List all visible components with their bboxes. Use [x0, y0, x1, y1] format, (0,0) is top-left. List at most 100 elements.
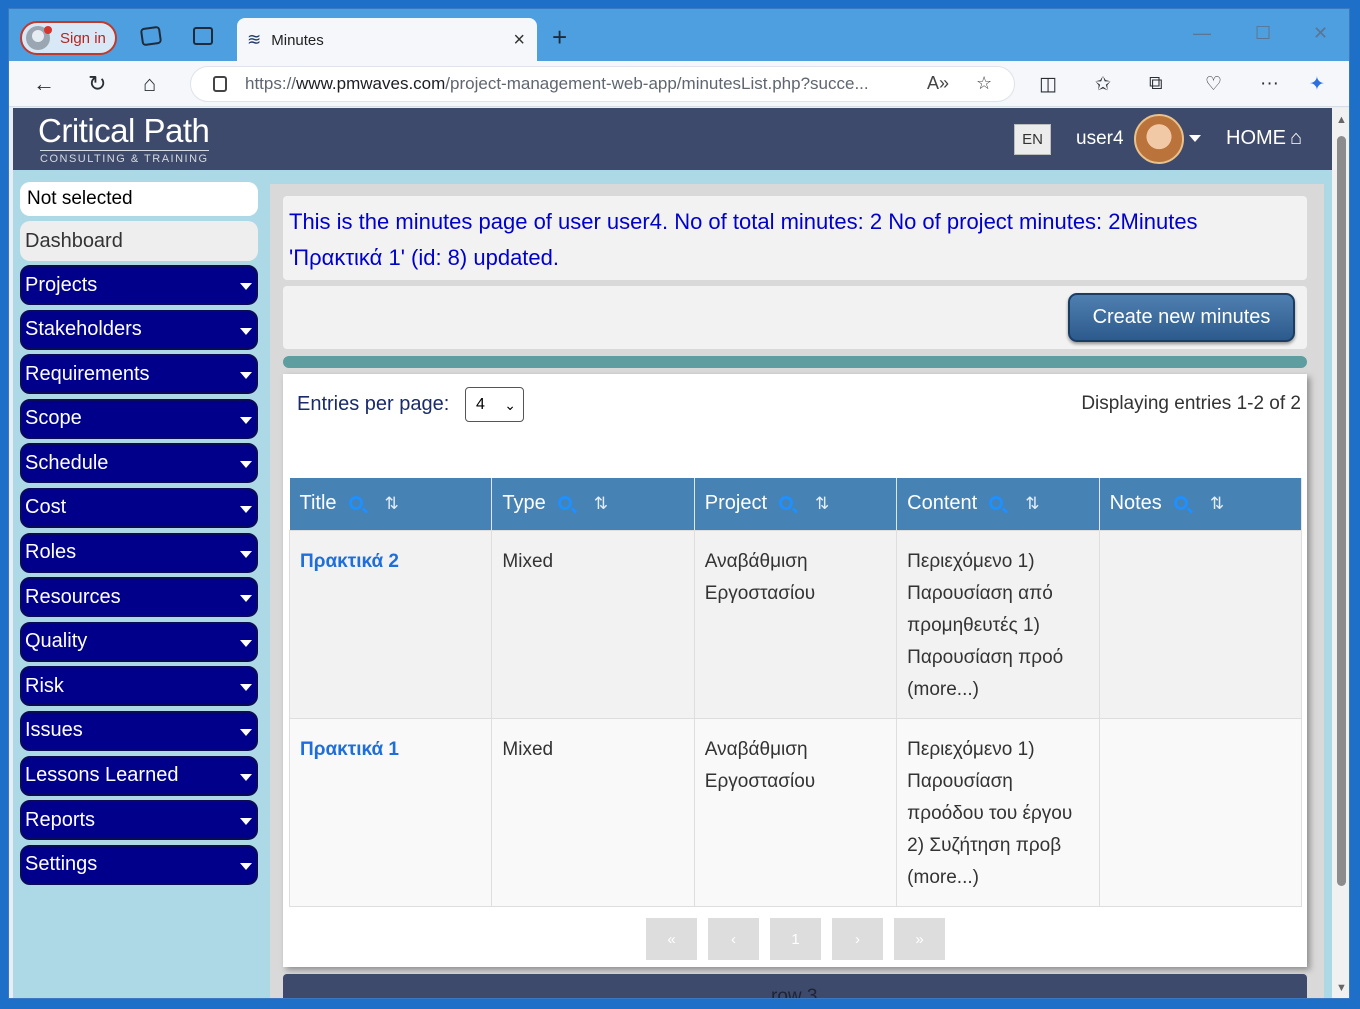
more-link[interactable]: (more...) — [907, 862, 1088, 894]
caret-down-icon — [240, 416, 252, 424]
minutes-table: Title ⇅ Type ⇅ Project ⇅ Content ⇅ Notes ⇅ Πρ… — [288, 478, 1303, 907]
column-header-type[interactable]: Type ⇅ — [491, 478, 695, 530]
sidebar-item-roles[interactable]: Roles — [20, 532, 258, 573]
table-row: Πρακτικά 2 Mixed Αναβάθμιση Εργοστασίου Π… — [288, 529, 1303, 719]
more-link[interactable]: (more...) — [907, 674, 1088, 706]
site-header: Critical Path CONSULTING & TRAINING EN u… — [13, 108, 1332, 170]
scroll-down-icon[interactable]: ▼ — [1336, 982, 1347, 994]
lock-icon[interactable] — [213, 76, 227, 92]
collections-icon[interactable]: ⧉ — [1149, 73, 1163, 95]
url-text[interactable]: https://www.pmwaves.com/project-manageme… — [245, 74, 895, 94]
cell-project: Αναβάθμιση Εργοστασίου — [693, 529, 898, 719]
sidebar-item-scope[interactable]: Scope — [20, 398, 258, 439]
search-icon[interactable] — [1173, 496, 1188, 511]
cell-content: Περιεχόμενο 1) Παρουσίαση από προμηθευτές … — [896, 529, 1100, 719]
title-bar: Sign in ≋ Minutes × + — ☐ ✕ — [9, 9, 1349, 62]
minutes-title-link[interactable]: Πρακτικά 1 — [300, 739, 399, 760]
notification-dot — [44, 26, 52, 34]
create-minutes-button[interactable]: Create new minutes — [1068, 293, 1295, 342]
pagination: « ‹ 1 › » — [646, 918, 956, 960]
favorite-star-icon[interactable]: ☆ — [976, 73, 992, 94]
back-arrow-icon[interactable]: ← — [33, 71, 55, 97]
cell-title: Πρακτικά 2 — [288, 529, 493, 719]
column-header-notes[interactable]: Notes ⇅ — [1099, 478, 1303, 530]
cell-type: Mixed — [491, 717, 695, 907]
scroll-up-icon[interactable]: ▲ — [1336, 114, 1347, 126]
logo-title[interactable]: Critical Path — [38, 112, 210, 150]
sidebar-item-lessons-learned[interactable]: Lessons Learned — [20, 755, 258, 796]
new-tab-button[interactable]: + — [552, 22, 567, 53]
web-page: Critical Path CONSULTING & TRAINING EN u… — [13, 108, 1332, 998]
home-icon[interactable]: ⌂ — [143, 71, 156, 97]
address-bar[interactable]: https://www.pmwaves.com/project-manageme… — [190, 66, 1015, 102]
search-icon[interactable] — [348, 496, 363, 511]
project-selector[interactable]: Not selected — [20, 182, 258, 216]
caret-down-icon — [240, 283, 252, 290]
workspaces-icon[interactable] — [139, 25, 163, 47]
sign-in-button[interactable]: Sign in — [20, 21, 117, 55]
caret-down-icon — [240, 595, 252, 603]
caret-down-icon — [240, 773, 252, 781]
table-row: Πρακτικά 1 Mixed Αναβάθμιση Εργοστασίου Π… — [288, 717, 1303, 907]
sort-icon[interactable]: ⇅ — [1025, 494, 1039, 513]
sidebar-item-resources[interactable]: Resources — [20, 577, 258, 618]
column-header-project[interactable]: Project ⇅ — [694, 478, 898, 530]
table-header-row: Title ⇅ Type ⇅ Project ⇅ Content ⇅ Notes ⇅ — [289, 478, 1303, 530]
sidebar-item-risk[interactable]: Risk — [20, 666, 258, 707]
sidebar-item-settings[interactable]: Settings — [20, 844, 258, 885]
home-link[interactable]: HOME ⌂ — [1226, 127, 1302, 150]
close-window-button[interactable]: ✕ — [1313, 23, 1328, 44]
page-1-button[interactable]: 1 — [770, 918, 821, 960]
user-menu-caret-icon[interactable] — [1189, 135, 1201, 142]
search-icon[interactable] — [557, 496, 572, 511]
tab-title: Minutes — [271, 31, 324, 49]
sort-icon[interactable]: ⇅ — [385, 494, 399, 513]
minimize-button[interactable]: — — [1193, 23, 1211, 44]
search-icon[interactable] — [779, 496, 794, 511]
cell-content: Περιεχόμενο 1) Παρουσίαση προόδου του έργο… — [896, 717, 1100, 907]
column-header-title[interactable]: Title ⇅ — [289, 478, 493, 530]
tab-close-icon[interactable]: × — [513, 29, 525, 52]
sidebar-item-cost[interactable]: Cost — [20, 487, 258, 528]
read-aloud-icon[interactable]: A» — [927, 73, 949, 94]
tab-actions-icon[interactable] — [193, 27, 213, 45]
entries-per-page-select[interactable]: 4 ⌄ — [465, 387, 524, 422]
previous-page-button[interactable]: ‹ — [708, 918, 759, 960]
maximize-button[interactable]: ☐ — [1255, 23, 1271, 44]
copilot-icon[interactable]: ✦ — [1309, 73, 1325, 96]
house-icon: ⌂ — [1290, 127, 1303, 149]
browser-essentials-icon[interactable]: ♡ — [1205, 73, 1222, 96]
next-page-button[interactable]: › — [832, 918, 883, 960]
refresh-icon[interactable]: ↻ — [88, 71, 106, 97]
username[interactable]: user4 — [1076, 128, 1124, 150]
sidebar-item-stakeholders[interactable]: Stakeholders — [20, 309, 258, 350]
user-avatar[interactable] — [1134, 114, 1184, 164]
navigation-bar: ← ↻ ⌂ https://www.pmwaves.com/project-ma… — [9, 61, 1349, 107]
last-page-button[interactable]: » — [894, 918, 945, 960]
first-page-button[interactable]: « — [646, 918, 697, 960]
language-button[interactable]: EN — [1014, 124, 1051, 155]
scrollbar-thumb[interactable] — [1337, 136, 1346, 886]
sidebar-item-dashboard[interactable]: Dashboard — [20, 221, 258, 261]
sign-in-label: Sign in — [60, 29, 106, 47]
search-icon[interactable] — [989, 496, 1004, 511]
sidebar-item-issues[interactable]: Issues — [20, 710, 258, 751]
minutes-list-panel: Entries per page: 4 ⌄ Displaying entries… — [283, 374, 1307, 967]
page-scrollbar[interactable]: ▲ ▼ — [1332, 108, 1349, 998]
more-menu-icon[interactable]: ··· — [1260, 73, 1279, 95]
sidebar-item-schedule[interactable]: Schedule — [20, 443, 258, 484]
sort-icon[interactable]: ⇅ — [594, 494, 608, 513]
home-label: HOME — [1226, 127, 1286, 149]
minutes-title-link[interactable]: Πρακτικά 2 — [300, 551, 399, 572]
sidebar-item-projects[interactable]: Projects — [20, 265, 258, 305]
sidebar-item-reports[interactable]: Reports — [20, 800, 258, 841]
sort-icon[interactable]: ⇅ — [1210, 494, 1224, 513]
favorites-icon[interactable]: ✩ — [1095, 73, 1111, 96]
tab-minutes[interactable]: ≋ Minutes × — [237, 18, 537, 62]
sidebar-item-quality[interactable]: Quality — [20, 621, 258, 662]
sidebar-item-requirements[interactable]: Requirements — [20, 354, 258, 395]
column-header-content[interactable]: Content ⇅ — [896, 478, 1100, 530]
caret-down-icon — [240, 862, 252, 870]
split-screen-icon[interactable]: ◫ — [1039, 73, 1057, 96]
sort-icon[interactable]: ⇅ — [815, 494, 829, 513]
